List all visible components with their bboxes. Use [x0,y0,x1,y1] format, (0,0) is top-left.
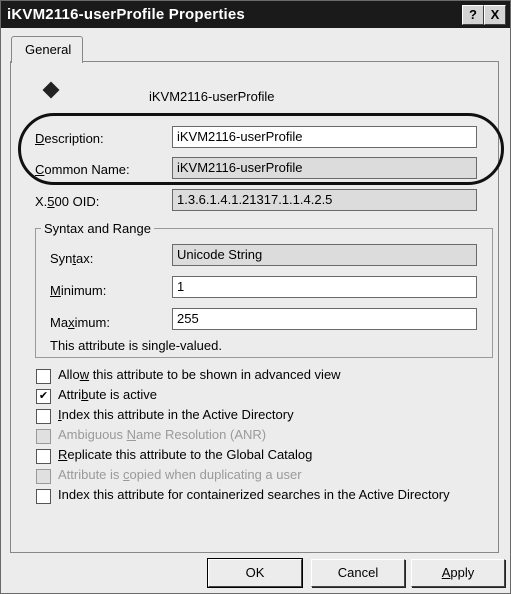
syntax-field: Unicode String [172,244,477,266]
description-field[interactable]: iKVM2116-userProfile [172,126,477,148]
window-title: iKVM2116-userProfile Properties [7,6,245,23]
cancel-button[interactable]: Cancel [311,559,405,587]
checkbox-anr [36,429,51,444]
title-bar[interactable]: iKVM2116-userProfile Properties ? X [1,1,510,28]
attribute-name: iKVM2116-userProfile [149,89,275,104]
syntax-range-title: Syntax and Range [41,221,154,236]
minimum-label: Minimum: [50,283,107,298]
checkbox-copied-duplicating [36,469,51,484]
single-valued-note: This attribute is single-valued. [50,338,222,353]
checkbox-index-ad-label: Index this attribute in the Active Direc… [58,407,294,422]
checkbox-containerized-index[interactable] [36,489,51,504]
common-name-field: iKVM2116-userProfile [172,157,477,179]
checkbox-anr-label: Ambiguous Name Resolution (ANR) [58,427,267,442]
checkbox-replicate-gc[interactable] [36,449,51,464]
checkbox-replicate-gc-label: Replicate this attribute to the Global C… [58,447,313,462]
syntax-label: Syntax: [50,251,94,266]
checkbox-advanced-view[interactable] [36,369,51,384]
ok-button[interactable]: OK [207,558,303,588]
checkbox-attribute-active[interactable]: ✔ [36,389,51,404]
checkbox-containerized-index-label: Index this attribute for containerized s… [58,487,450,502]
checkbox-index-ad[interactable] [36,409,51,424]
maximum-label: Maximum: [50,315,110,330]
minimum-field[interactable]: 1 [172,276,477,298]
help-button[interactable]: ? [462,5,484,25]
description-label: Description: [35,131,104,146]
tab-general-label: General [25,42,72,57]
checkbox-advanced-view-label: Allow this attribute to be shown in adva… [58,367,341,382]
maximum-field[interactable]: 255 [172,308,477,330]
close-button[interactable]: X [484,5,506,25]
checkbox-copied-duplicating-label: Attribute is copied when duplicating a u… [58,467,302,482]
tab-general[interactable]: General [11,36,83,63]
oid-field: 1.3.6.1.4.1.21317.1.1.4.2.5 [172,189,477,211]
properties-dialog: iKVM2116-userProfile Properties ? X Gene… [0,0,511,594]
checkbox-attribute-active-label: Attribute is active [58,387,158,402]
oid-label: X.500 OID: [35,194,100,209]
apply-button[interactable]: Apply [411,559,505,587]
common-name-label: Common Name: [35,162,130,177]
